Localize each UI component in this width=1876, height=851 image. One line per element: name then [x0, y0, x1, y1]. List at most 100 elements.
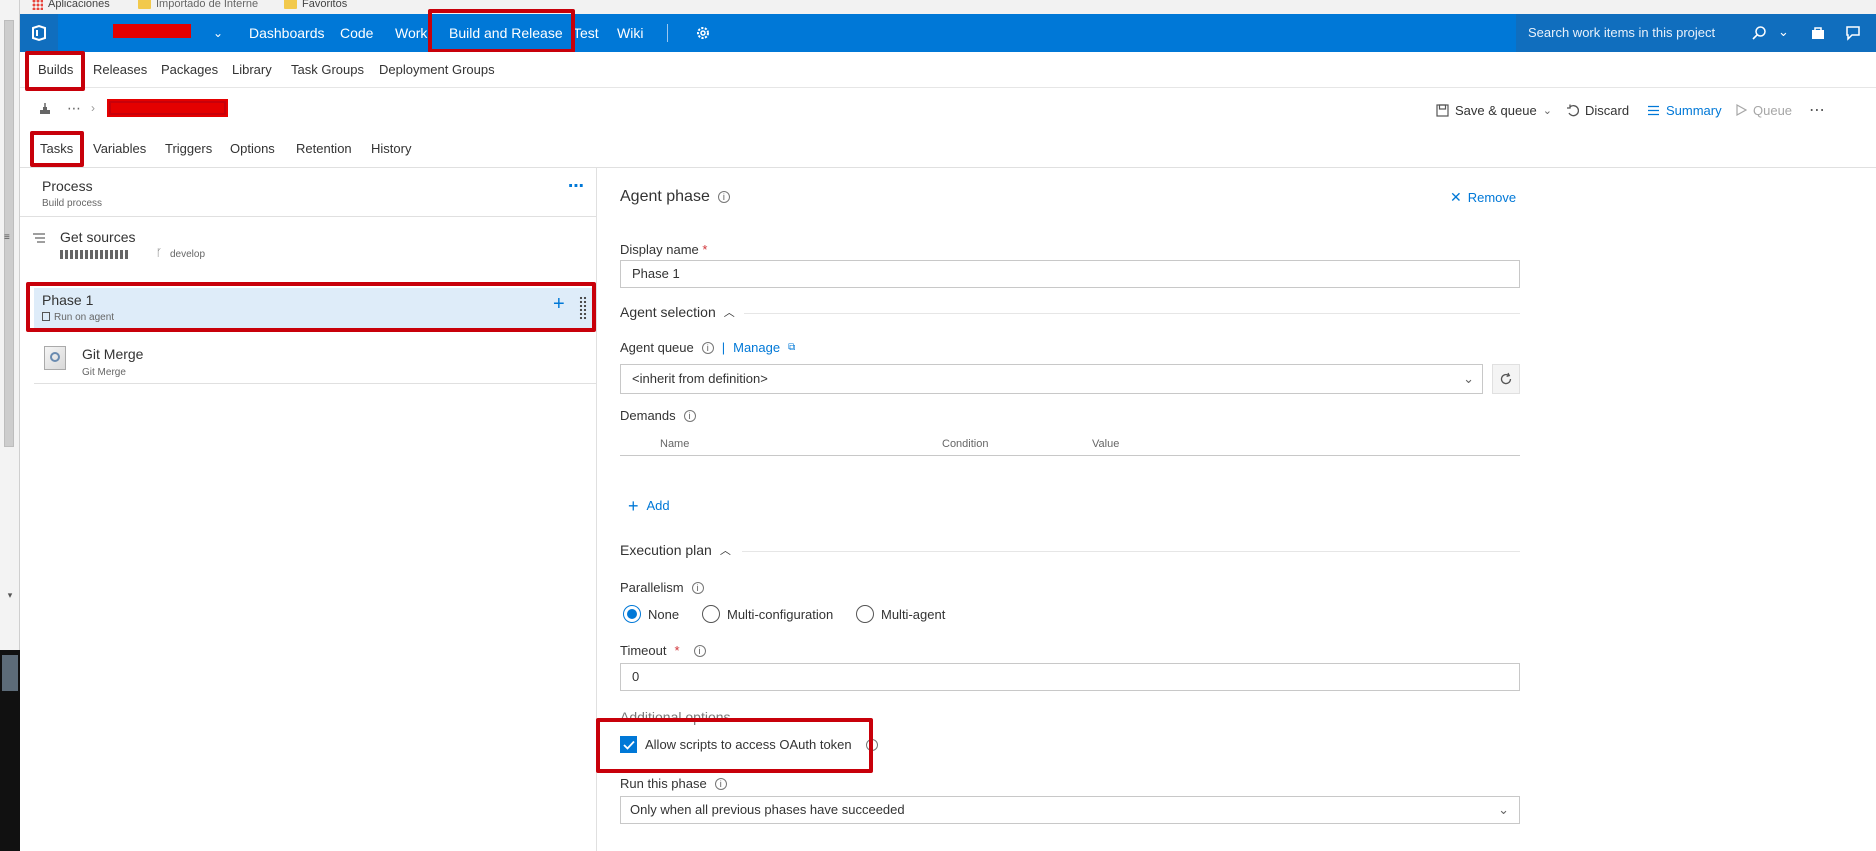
refresh-icon: [1500, 372, 1512, 385]
list-icon: [1648, 105, 1659, 115]
demands-col-value: Value: [1092, 438, 1120, 450]
branch-icon: ᚴ: [156, 248, 162, 259]
demands-col-condition: Condition: [942, 438, 989, 450]
search-chevron-down-icon[interactable]: ⌄: [1778, 24, 1789, 40]
play-icon: [1736, 104, 1747, 116]
tab-history[interactable]: History: [371, 132, 411, 168]
discard-button[interactable]: Discard: [1566, 88, 1629, 132]
parallelism-multi-configuration-radio[interactable]: Multi-configuration: [702, 605, 833, 623]
remove-button[interactable]: ✕ Remove: [1450, 189, 1516, 206]
subnav-deployment-groups[interactable]: Deployment Groups: [379, 52, 495, 88]
section-divider: [744, 313, 1520, 314]
get-sources-branch: develop: [170, 249, 206, 260]
vsts-logo-icon[interactable]: [20, 14, 58, 52]
add-demand-button[interactable]: + Add: [628, 495, 670, 516]
subnav-task-groups[interactable]: Task Groups: [291, 52, 364, 88]
chevron-up-icon: ︿: [723, 307, 735, 319]
process-more-icon[interactable]: ⋯: [568, 176, 584, 196]
manage-link[interactable]: Manage: [733, 340, 780, 355]
more-actions-icon[interactable]: ⋯: [1809, 88, 1825, 132]
agent-queue-label: Agent queue: [620, 340, 694, 355]
refresh-button[interactable]: [1492, 364, 1520, 394]
scroll-down-arrow[interactable]: ▾: [2, 590, 18, 600]
highlight-build-and-release: [428, 9, 575, 53]
git-merge-task-row[interactable]: Git Merge Git Merge: [34, 338, 597, 384]
highlight-oauth-option: [596, 718, 873, 773]
bookmark-imported[interactable]: Importado de Interne: [138, 0, 258, 10]
breadcrumb-chevron-right-icon: ›: [91, 101, 95, 115]
agent-phase-header: Agent phase i: [620, 188, 730, 206]
timeout-label: Timeout: [620, 643, 667, 658]
project-chevron-down-icon[interactable]: ⌄: [213, 14, 223, 52]
dark-side-panel-item: [2, 655, 18, 691]
subnav-library[interactable]: Library: [232, 52, 272, 88]
demands-table-header: Name Condition Value: [620, 434, 1520, 456]
info-icon[interactable]: i: [693, 644, 706, 657]
agent-queue-label-row: Agent queue i | Manage ⧉: [620, 340, 795, 355]
process-subtitle: Build process: [42, 198, 103, 209]
subnav-packages[interactable]: Packages: [161, 52, 218, 88]
display-name-label: Display name *: [620, 242, 708, 257]
top-navigation: ⌄ Dashboards Code Work Build and Release…: [20, 9, 1876, 53]
get-sources-row[interactable]: Get sources ᚴ develop: [20, 218, 597, 276]
breadcrumb-ellipsis-icon[interactable]: ⋯: [67, 100, 81, 117]
nav-dashboards[interactable]: Dashboards: [249, 14, 325, 52]
info-icon[interactable]: i: [691, 581, 704, 594]
agent-queue-select[interactable]: <inherit from definition> ⌄: [620, 364, 1483, 394]
bookmark-favorites[interactable]: Favoritos: [284, 0, 347, 10]
save-queue-button[interactable]: Save & queue ⌄: [1436, 88, 1552, 132]
get-sources-icon: [32, 232, 46, 244]
bookmark-apps[interactable]: Aplicaciones: [32, 0, 110, 10]
folder-icon: [138, 0, 151, 9]
tab-triggers[interactable]: Triggers: [165, 132, 212, 168]
chevron-up-icon: ︿: [719, 545, 731, 557]
agent-phase-title: Agent phase: [620, 188, 710, 205]
queue-label: Queue: [1753, 102, 1793, 118]
process-title: Process: [42, 178, 93, 194]
bookmark-label: Importado de Interne: [156, 0, 259, 10]
timeout-input[interactable]: 0: [620, 663, 1520, 691]
process-row[interactable]: Process Build process ⋯: [20, 168, 597, 217]
summary-button[interactable]: Summary: [1647, 88, 1722, 132]
required-marker: *: [674, 643, 680, 658]
run-phase-label: Run this phase: [620, 776, 707, 791]
radio-label: Multi-agent: [881, 606, 946, 622]
subnav-releases[interactable]: Releases: [93, 52, 147, 88]
run-phase-select[interactable]: Only when all previous phases have succe…: [620, 796, 1520, 824]
parallelism-multi-agent-radio[interactable]: Multi-agent: [856, 605, 945, 623]
agent-selection-header[interactable]: Agent selection ︿: [620, 304, 735, 320]
search-icon[interactable]: [1751, 25, 1767, 41]
parallelism-label-row: Parallelism i: [620, 580, 704, 595]
parallelism-none-radio[interactable]: None: [623, 605, 679, 623]
gear-icon[interactable]: [695, 25, 711, 41]
info-icon[interactable]: i: [717, 191, 730, 203]
run-phase-value: Only when all previous phases have succe…: [630, 802, 905, 817]
bookmarks-bar: Aplicaciones Importado de Interne Favori…: [20, 0, 1876, 14]
feedback-icon[interactable]: [1845, 25, 1861, 41]
nav-test[interactable]: Test: [573, 14, 599, 52]
execution-plan-header[interactable]: Execution plan ︿: [620, 542, 731, 558]
nav-code[interactable]: Code: [340, 14, 373, 52]
shopping-bag-icon[interactable]: [1810, 25, 1826, 41]
run-phase-chevron-down-icon: ⌄: [1498, 802, 1509, 817]
tab-variables[interactable]: Variables: [93, 132, 146, 168]
scroll-grip-icon: ≡: [4, 232, 10, 243]
execution-plan-title: Execution plan: [620, 542, 712, 558]
info-icon[interactable]: i: [683, 409, 696, 422]
radio-label: Multi-configuration: [727, 606, 834, 622]
info-icon[interactable]: i: [701, 341, 714, 354]
definition-tabs: Tasks Variables Triggers Options Retenti…: [20, 131, 1876, 168]
nav-wiki[interactable]: Wiki: [617, 14, 643, 52]
save-icon: [1436, 103, 1449, 117]
queue-button[interactable]: Queue: [1736, 88, 1792, 132]
info-icon[interactable]: i: [714, 777, 727, 790]
tab-options[interactable]: Options: [230, 132, 275, 168]
redacted-repository-name: [60, 250, 130, 259]
nav-work[interactable]: Work: [395, 14, 427, 52]
save-queue-chevron-down-icon: ⌄: [1542, 104, 1552, 117]
search-input[interactable]: Search work items in this project: [1528, 14, 1715, 52]
redacted-project-name[interactable]: [113, 24, 191, 38]
display-name-input[interactable]: Phase 1: [620, 260, 1520, 288]
add-icon: +: [628, 495, 639, 516]
tab-retention[interactable]: Retention: [296, 132, 352, 168]
